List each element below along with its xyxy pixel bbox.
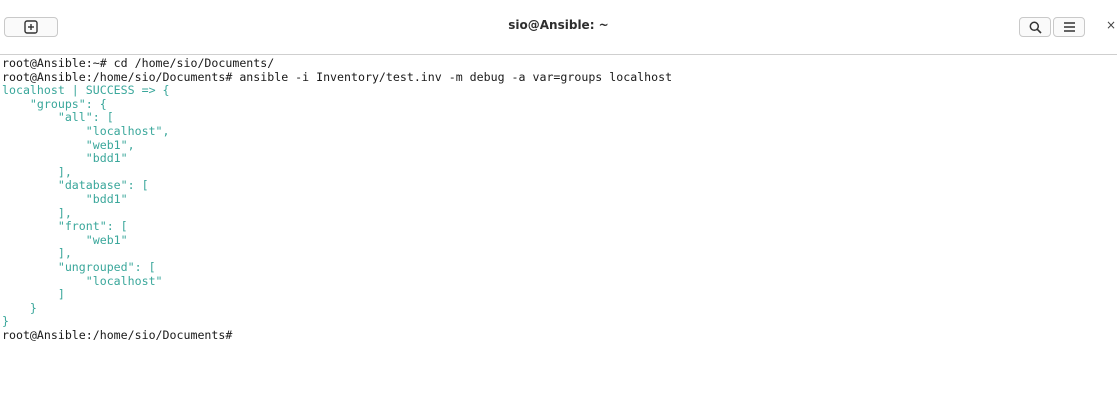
output-line: ] (2, 287, 65, 302)
header-bar: sio@Ansible: ~ × (0, 0, 1117, 55)
search-button[interactable] (1019, 17, 1051, 37)
output-line: "bdd1" (2, 191, 128, 206)
output-line: "all": [ (2, 110, 114, 125)
command-line: root@Ansible:/home/sio/Documents# (2, 327, 240, 342)
output-line: "web1" (2, 232, 128, 247)
close-button[interactable]: × (1106, 18, 1116, 32)
command-line: root@Ansible:/home/sio/Documents# ansibl… (2, 69, 673, 84)
output-line: "front": [ (2, 219, 128, 234)
output-line: "bdd1" (2, 151, 128, 166)
output-line: "database": [ (2, 178, 149, 193)
terminal-window: sio@Ansible: ~ × root@Ansible:~# cd /hom… (0, 0, 1117, 394)
command-line: root@Ansible:~# cd /home/sio/Documents/ (2, 56, 275, 70)
output-line: localhost | SUCCESS => { (2, 83, 170, 98)
output-line: "localhost" (2, 273, 163, 288)
output-line: ], (2, 205, 72, 220)
output-line: } (2, 300, 37, 315)
output-line: "groups": { (2, 96, 107, 111)
search-icon (1029, 21, 1042, 34)
output-line: ], (2, 164, 72, 179)
output-line: } (2, 314, 9, 329)
menu-button[interactable] (1053, 17, 1085, 37)
output-line: "web1", (2, 137, 135, 152)
output-line: ], (2, 246, 72, 261)
output-line: "ungrouped": [ (2, 259, 156, 274)
output-line: "localhost", (2, 123, 170, 138)
window-title: sio@Ansible: ~ (508, 18, 609, 32)
terminal-output[interactable]: root@Ansible:~# cd /home/sio/Documents/r… (0, 56, 1117, 394)
hamburger-menu-icon (1063, 22, 1075, 32)
